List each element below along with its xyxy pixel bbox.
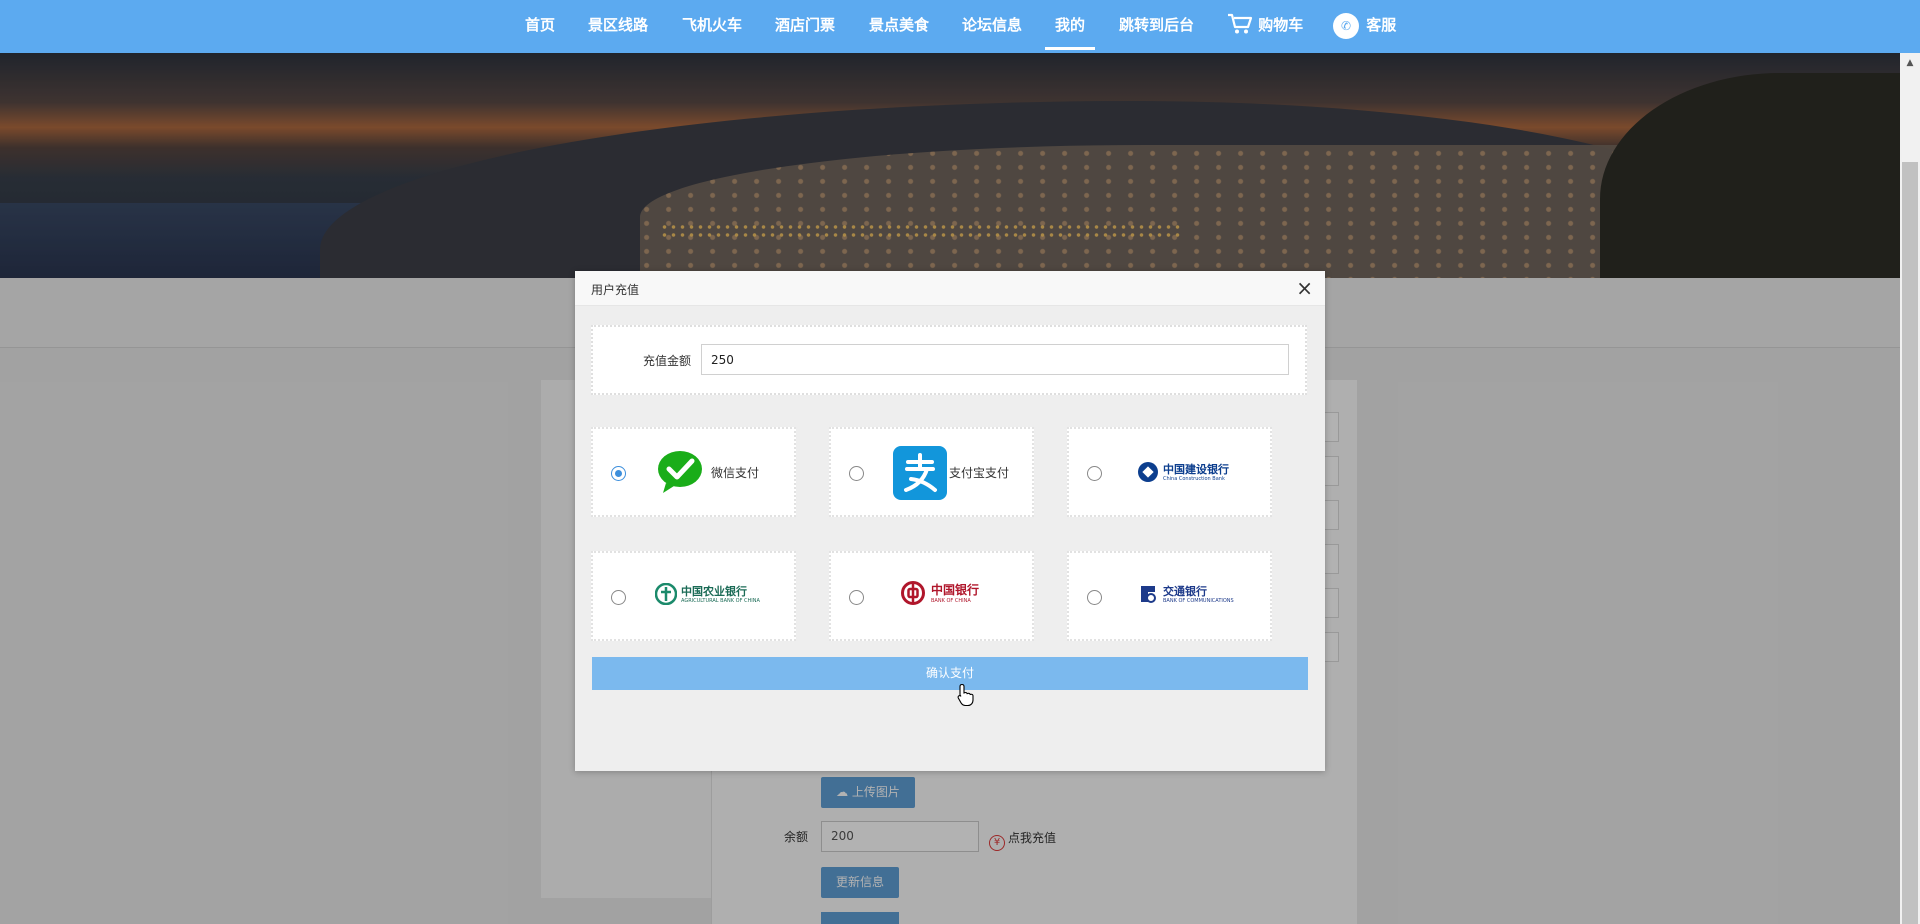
confirm-payment-button[interactable]: 确认支付 [592,657,1308,690]
ccb-logo [1138,462,1158,482]
top-nav: 首页 景区线路 飞机火车 酒店门票 景点美食 论坛信息 我的 跳转到后台 购物车… [0,0,1920,53]
nav-flights-trains[interactable]: 飞机火车 [682,0,742,50]
payment-label-alipay: 支付宝支付 [949,466,1010,480]
payment-radio-alipay[interactable] [849,466,864,481]
payment-label-ccb: 中国建设银行 [1163,463,1229,476]
cart-icon [1228,13,1253,34]
modal-header: 用户充值 × [575,271,1325,306]
nav-hotel-tickets[interactable]: 酒店门票 [775,0,835,50]
bocom-subtitle: BANK OF COMMUNICATIONS [1163,598,1234,604]
scroll-up-icon[interactable]: ▲ [1900,53,1920,73]
payment-radio-ccb[interactable] [1087,466,1102,481]
modal-title: 用户充值 [591,283,640,297]
abc-subtitle: AGRICULTURAL BANK OF CHINA [681,598,760,604]
payment-label-bocom: 交通银行 [1163,585,1207,598]
amount-input[interactable] [701,344,1289,375]
payment-option-alipay[interactable]: 支付宝支付 [829,427,1034,517]
abc-logo [655,583,677,605]
recharge-modal: 用户充值 × 充值金额 微信支付 支付宝支付 中国建设银行 China Cons… [575,271,1325,771]
payment-radio-boc[interactable] [849,590,864,605]
payment-option-abc[interactable]: 中国农业银行 AGRICULTURAL BANK OF CHINA [591,551,796,641]
payment-option-ccb[interactable]: 中国建设银行 China Construction Bank [1067,427,1272,517]
nav-cart[interactable]: 购物车 [1227,0,1303,50]
nav-attractions-food[interactable]: 景点美食 [869,0,929,50]
payment-label-wechat: 微信支付 [711,466,760,480]
nav-home[interactable]: 首页 [525,0,555,50]
payment-radio-wechat[interactable] [611,466,626,481]
payment-radio-bocom[interactable] [1087,590,1102,605]
scrollbar-thumb[interactable] [1902,162,1918,924]
ccb-subtitle: China Construction Bank [1163,476,1225,482]
boc-logo [901,581,925,605]
payment-radio-abc[interactable] [611,590,626,605]
payment-label-boc: 中国银行 [931,583,980,597]
chat-icon: ✆ [1333,12,1359,39]
payment-label-abc: 中国农业银行 [681,585,747,598]
payment-option-wechat[interactable]: 微信支付 [591,427,796,517]
cart-label: 购物车 [1258,16,1304,34]
nav-customer-service[interactable]: ✆ 客服 [1333,0,1396,50]
amount-label: 充值金额 [643,354,692,368]
wechat-pay-icon [658,451,702,493]
alipay-icon [893,446,947,500]
payment-option-boc[interactable]: 中国银行 BANK OF CHINA [829,551,1034,641]
service-label: 客服 [1366,16,1397,34]
boc-subtitle: BANK OF CHINA [931,598,971,604]
nav-mine[interactable]: 我的 [1044,0,1096,50]
payment-option-bocom[interactable]: 交通银行 BANK OF COMMUNICATIONS [1067,551,1272,641]
bocom-logo [1141,586,1156,603]
nav-forum[interactable]: 论坛信息 [962,0,1022,50]
hand-cursor-icon [957,683,974,707]
close-icon[interactable]: × [1296,276,1313,300]
amount-section: 充值金额 [591,325,1307,395]
nav-admin[interactable]: 跳转到后台 [1119,0,1194,50]
nav-scenic-routes[interactable]: 景区线路 [588,0,648,50]
